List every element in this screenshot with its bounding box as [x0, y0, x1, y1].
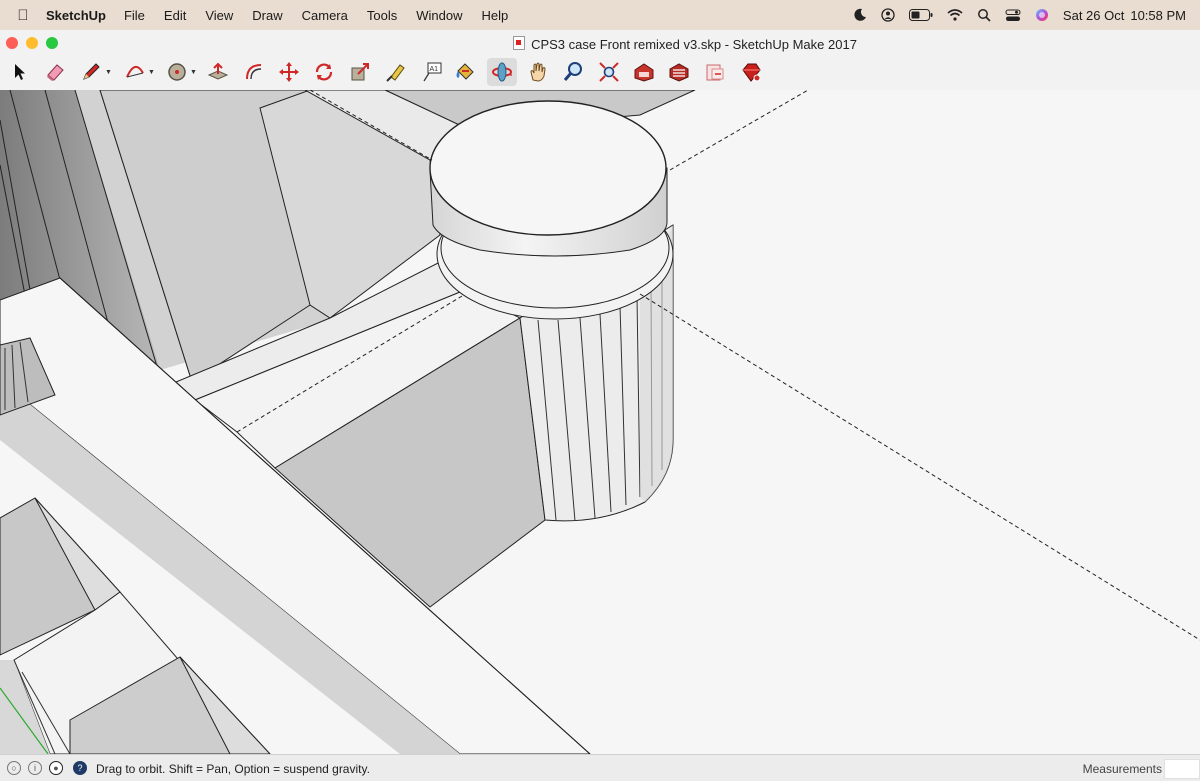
line-tool-dropdown-icon[interactable]: ▼ — [105, 69, 112, 76]
zoom-extents-tool-button[interactable] — [594, 58, 624, 86]
menu-file[interactable]: File — [124, 8, 145, 23]
apple-menu-icon[interactable]:  — [0, 7, 46, 24]
geo-location-icon[interactable]: ○ — [7, 761, 21, 775]
arrow-cursor-icon — [15, 64, 25, 80]
paint-bucket-tool-button[interactable] — [450, 58, 480, 86]
status-menu-extras: Sat 26 Oct 10:58 PM — [853, 0, 1186, 30]
menu-tools[interactable]: Tools — [367, 8, 397, 23]
hand-icon — [530, 62, 546, 82]
scale-icon — [351, 63, 369, 81]
rotate-tool-button[interactable] — [309, 58, 339, 86]
offset-tool-button[interactable] — [239, 58, 269, 86]
move-icon — [279, 62, 299, 82]
tape-measure-icon — [386, 64, 405, 82]
rotate-icon — [315, 63, 333, 81]
pencil-icon — [83, 63, 100, 80]
menu-view[interactable]: View — [205, 8, 233, 23]
eraser-icon — [47, 64, 64, 81]
shapes-tool-button[interactable] — [162, 58, 192, 86]
orbit-tool-button[interactable] — [487, 58, 517, 86]
app-menu[interactable]: SketchUp — [46, 8, 106, 23]
move-tool-button[interactable] — [274, 58, 304, 86]
extension-icon — [669, 63, 689, 82]
circle-icon — [168, 63, 186, 81]
model-canvas[interactable] — [0, 90, 1200, 754]
moon-icon[interactable] — [853, 8, 867, 22]
paint-bucket-icon — [456, 63, 474, 80]
warehouse-icon — [634, 63, 654, 82]
help-glyph: ? — [77, 763, 83, 773]
status-hint-text: Drag to orbit. Shift = Pan, Option = sus… — [96, 762, 370, 776]
push-pull-icon — [207, 62, 229, 80]
model-viewport[interactable] — [0, 90, 1200, 754]
document-icon — [513, 36, 526, 50]
arc-icon — [126, 66, 144, 78]
menu-window[interactable]: Window — [416, 8, 462, 23]
push-pull-tool-button[interactable] — [203, 58, 233, 86]
line-tool-button[interactable] — [76, 58, 106, 86]
pan-tool-button[interactable] — [523, 58, 553, 86]
eraser-tool-button[interactable] — [40, 58, 70, 86]
extension-warehouse-button[interactable] — [664, 58, 694, 86]
scale-tool-button[interactable] — [345, 58, 375, 86]
extension-manager-button[interactable] — [736, 58, 766, 86]
tape-measure-tool-button[interactable] — [381, 58, 411, 86]
spotlight-search-icon[interactable] — [977, 8, 991, 22]
status-bar: ○ i ● ? Drag to orbit. Shift = Pan, Opti… — [0, 754, 1200, 781]
control-center-icon[interactable] — [1005, 9, 1021, 22]
clock-date[interactable]: Sat 26 Oct — [1063, 8, 1124, 23]
offset-icon — [246, 64, 262, 80]
3d-warehouse-button[interactable] — [629, 58, 659, 86]
battery-icon[interactable] — [908, 9, 933, 21]
menu-draw[interactable]: Draw — [252, 8, 282, 23]
clock-time[interactable]: 10:58 PM — [1130, 8, 1186, 23]
window-title-bar: CPS3 case Front remixed v3.skp - SketchU… — [0, 30, 1200, 56]
credits-icon[interactable]: i — [28, 761, 42, 775]
orbit-icon — [492, 62, 512, 82]
ruby-icon — [742, 63, 761, 82]
menu-edit[interactable]: Edit — [164, 8, 186, 23]
user-account-icon[interactable] — [881, 8, 895, 22]
main-toolbar: ▼ ▼ ▼ A1 — [0, 56, 1200, 91]
macos-menu-bar:  SketchUp File Edit View Draw Camera To… — [0, 0, 1200, 30]
zoom-tool-button[interactable] — [558, 58, 588, 86]
select-tool-button[interactable] — [4, 58, 34, 86]
arc-tool-button[interactable] — [120, 58, 150, 86]
menu-camera[interactable]: Camera — [302, 8, 348, 23]
zoom-extents-icon — [599, 62, 619, 82]
instructor-help-icon[interactable]: ? — [73, 761, 87, 775]
cylinder-cap-top — [429, 100, 667, 236]
measurements-label: Measurements — [1082, 762, 1162, 776]
text-icon: A1 — [423, 62, 442, 82]
text-tool-button[interactable]: A1 — [417, 58, 447, 86]
menu-help[interactable]: Help — [481, 8, 508, 23]
window-title: CPS3 case Front remixed v3.skp - SketchU… — [0, 36, 1200, 52]
layout-button[interactable] — [700, 58, 730, 86]
shapes-tool-dropdown-icon[interactable]: ▼ — [190, 69, 197, 76]
layout-icon — [706, 64, 724, 81]
window-title-text: CPS3 case Front remixed v3.skp - SketchU… — [531, 37, 857, 52]
arc-tool-dropdown-icon[interactable]: ▼ — [148, 69, 155, 76]
magnifier-icon — [563, 62, 582, 81]
measurements-input[interactable] — [1164, 759, 1200, 779]
siri-icon[interactable] — [1035, 8, 1049, 22]
user-sign-in-icon[interactable]: ● — [49, 761, 63, 775]
wifi-icon[interactable] — [947, 9, 963, 21]
text-tool-label: A1 — [430, 66, 439, 73]
